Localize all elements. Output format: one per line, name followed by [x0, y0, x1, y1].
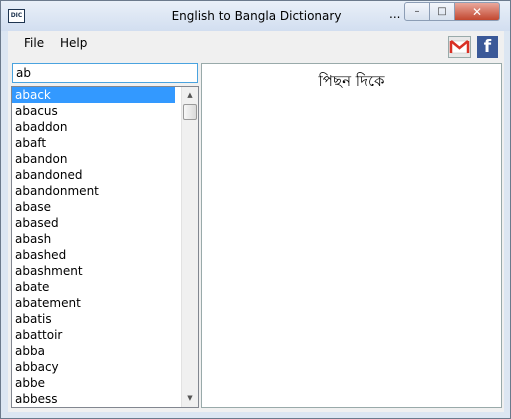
list-item[interactable]: abandonment	[12, 183, 198, 199]
word-list[interactable]: aback abacus abaddon abaft abandon abandoned a…	[11, 86, 199, 408]
list-item[interactable]: abash	[12, 231, 198, 247]
scroll-down-icon[interactable]: ▼	[182, 390, 198, 407]
list-item[interactable]: abandoned	[12, 167, 198, 183]
list-item[interactable]: abba	[12, 343, 198, 359]
list-item[interactable]: abacus	[12, 103, 198, 119]
list-item[interactable]: abashed	[12, 247, 198, 263]
word-list-items: aback abacus abaddon abaft abandon abandoned a…	[12, 87, 198, 407]
title-bar[interactable]: DIC English to Bangla Dictionary ... – □…	[1, 1, 510, 31]
maximize-button[interactable]: □	[429, 2, 455, 21]
list-item[interactable]: abashment	[12, 263, 198, 279]
list-item[interactable]: abaddon	[12, 119, 198, 135]
list-scrollbar[interactable]: ▲ ▼	[181, 87, 198, 407]
scroll-up-icon[interactable]: ▲	[182, 87, 198, 104]
facebook-button[interactable]: f	[477, 36, 498, 58]
menu-help[interactable]: Help	[60, 36, 87, 50]
gmail-icon	[449, 40, 470, 54]
list-item[interactable]: abbacy	[12, 359, 198, 375]
maximize-icon: □	[437, 6, 447, 17]
scroll-thumb[interactable]	[183, 104, 197, 120]
menu-bar: File Help f	[8, 31, 504, 63]
meaning-panel: পিছন দিকে	[201, 63, 502, 408]
meaning-text: পিছন দিকে	[318, 72, 385, 90]
minimize-icon: –	[414, 6, 420, 17]
gmail-button[interactable]	[448, 36, 471, 58]
app-window: DIC English to Bangla Dictionary ... – □…	[0, 0, 511, 419]
list-item[interactable]: abased	[12, 215, 198, 231]
close-button[interactable]: ✕	[454, 2, 500, 21]
menu-file[interactable]: File	[24, 36, 44, 50]
client-area: File Help f abackabacusabaddonabaftaband…	[8, 31, 504, 412]
facebook-icon: f	[483, 37, 492, 57]
title-overflow: ...	[389, 7, 401, 21]
list-item[interactable]: abaft	[12, 135, 198, 151]
list-item[interactable]: abbe	[12, 375, 198, 391]
search-input[interactable]	[12, 63, 198, 83]
list-item[interactable]: abbess	[12, 391, 198, 407]
close-icon: ✕	[471, 4, 483, 19]
list-item[interactable]: abate	[12, 279, 198, 295]
minimize-button[interactable]: –	[404, 2, 430, 21]
list-item[interactable]: abattoir	[12, 327, 198, 343]
list-item[interactable]: abatis	[12, 311, 198, 327]
list-item[interactable]: abatement	[12, 295, 198, 311]
list-item[interactable]: abase	[12, 199, 198, 215]
list-item[interactable]: aback	[12, 87, 175, 103]
list-item[interactable]: abandon	[12, 151, 198, 167]
